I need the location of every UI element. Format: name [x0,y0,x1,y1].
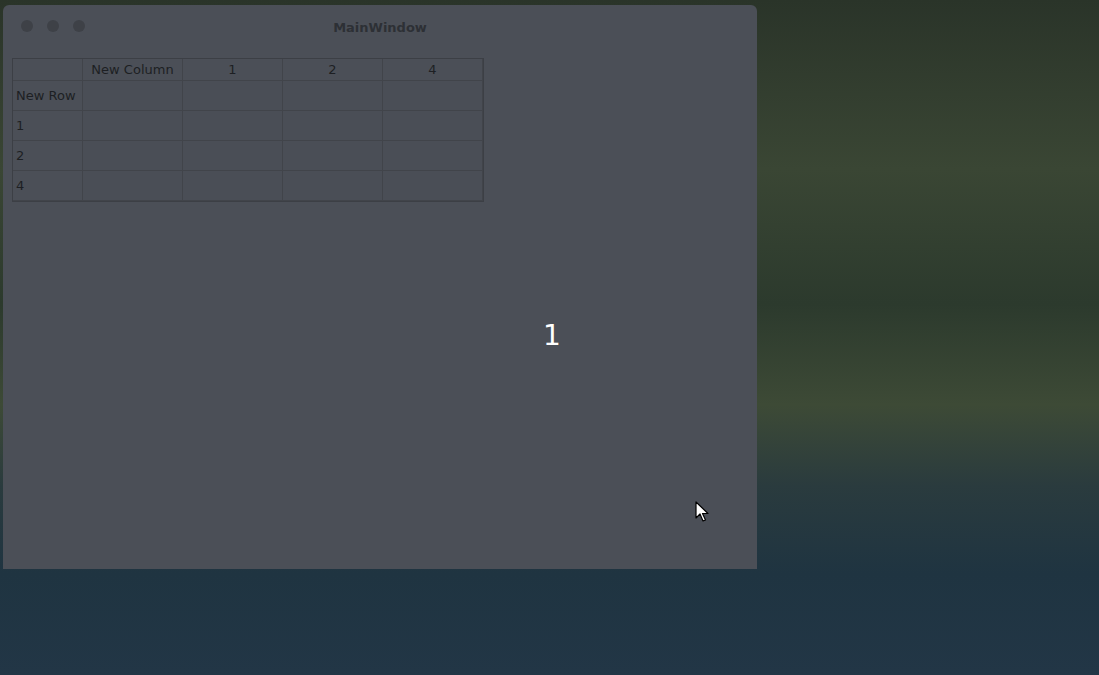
column-header[interactable]: 1 [183,59,283,81]
desktop: MainWindowNew Column124New Row1241 [0,0,1099,675]
column-header[interactable]: New Column [83,59,183,81]
table-cell[interactable] [383,111,483,141]
minimize-button[interactable] [47,20,59,32]
table-cell[interactable] [183,81,283,111]
row-header[interactable]: 2 [13,141,83,171]
table-cell[interactable] [83,141,183,171]
central-label: 1 [539,317,565,354]
table-cell[interactable] [283,141,383,171]
table-cell[interactable] [183,141,283,171]
table-cell[interactable] [183,171,283,201]
main-window[interactable]: MainWindowNew Column124New Row1241 [3,5,757,569]
maximize-button[interactable] [73,20,85,32]
row-header[interactable]: 1 [13,111,83,141]
row-header[interactable]: New Row [13,81,83,111]
column-header[interactable]: 2 [283,59,383,81]
table[interactable]: New Column124New Row124 [12,58,484,202]
table-cell[interactable] [283,81,383,111]
table-cell[interactable] [283,111,383,141]
column-header[interactable]: 4 [383,59,483,81]
window-controls [21,20,85,32]
table-cell[interactable] [383,81,483,111]
close-button[interactable] [21,20,33,32]
mouse-pointer-icon [695,501,709,523]
table-cell[interactable] [83,81,183,111]
table-cell[interactable] [83,171,183,201]
table-cell[interactable] [83,111,183,141]
central-widget: New Column124New Row1241 [3,49,757,569]
table-cell[interactable] [283,171,383,201]
title-bar[interactable]: MainWindow [3,5,757,49]
table-cell[interactable] [383,141,483,171]
table-corner[interactable] [13,59,83,81]
row-header[interactable]: 4 [13,171,83,201]
window-title: MainWindow [333,20,427,35]
table-cell[interactable] [383,171,483,201]
table-cell[interactable] [183,111,283,141]
